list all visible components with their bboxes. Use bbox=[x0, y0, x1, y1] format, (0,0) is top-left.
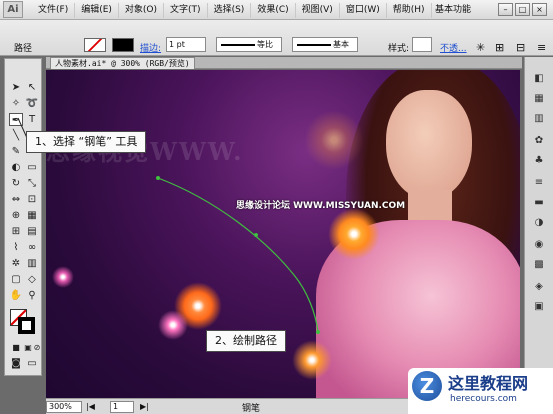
menu-help[interactable]: 帮助(H) bbox=[387, 3, 432, 18]
column-graph-tool-icon[interactable]: ▥ bbox=[25, 257, 39, 270]
hand-tool-icon[interactable]: ✋ bbox=[9, 289, 23, 302]
zoom-tool-icon[interactable]: ⚲ bbox=[25, 289, 39, 302]
artboards-icon[interactable]: ▣ bbox=[530, 299, 548, 314]
stroke-swatch[interactable] bbox=[112, 38, 134, 52]
style-label: 样式: bbox=[388, 44, 410, 54]
profile-preview bbox=[221, 44, 255, 46]
panel-dock: ◧ ▦ ▥ ✿ ♣ ≡ ▬ ◑ ◉ ▩ ◈ ▣ bbox=[524, 57, 553, 397]
minimize-icon[interactable]: – bbox=[498, 3, 513, 16]
eraser-tool-icon[interactable]: ▭ bbox=[25, 161, 39, 174]
shape-builder-tool-icon[interactable]: ⊕ bbox=[9, 209, 23, 222]
mesh-tool-icon[interactable]: ⊞ bbox=[9, 225, 23, 238]
document-tab[interactable]: 人物素材.ai* @ 300% (RGB/预览) bbox=[50, 57, 195, 69]
brand-watermark: Z 这里教程网 herecours.com bbox=[408, 368, 553, 414]
first-page-icon[interactable]: |◀ bbox=[86, 402, 95, 411]
close-icon[interactable]: × bbox=[532, 3, 547, 16]
draw-mode-icon[interactable]: ◙ bbox=[9, 357, 23, 370]
gradient-tool-icon[interactable]: ▤ bbox=[25, 225, 39, 238]
color-panel-icon[interactable]: ◧ bbox=[530, 71, 548, 86]
rotate-tool-icon[interactable]: ↻ bbox=[9, 177, 23, 190]
maximize-icon[interactable]: □ bbox=[515, 3, 530, 16]
none-mode-icon[interactable]: ⊘ bbox=[33, 341, 41, 354]
graphic-style-swatch[interactable] bbox=[412, 37, 432, 52]
slice-tool-icon[interactable]: ◇ bbox=[25, 273, 39, 286]
brand-logo-icon: Z bbox=[412, 371, 442, 401]
brand-url: herecours.com bbox=[450, 394, 517, 404]
menu-view[interactable]: 视图(V) bbox=[296, 3, 340, 18]
graphic-styles-icon[interactable]: ▩ bbox=[530, 257, 548, 272]
brand-name: 这里教程网 bbox=[448, 374, 529, 393]
selection-type-label: 路径 bbox=[14, 44, 33, 54]
stroke-weight-field[interactable]: 1 pt bbox=[166, 37, 206, 52]
callout-step-1: 1、选择 “钢笔” 工具 bbox=[26, 131, 147, 153]
symbol-sprayer-tool-icon[interactable]: ✲ bbox=[9, 257, 23, 270]
appearance-icon[interactable]: ◉ bbox=[530, 237, 548, 252]
next-page-icon[interactable]: ▶| bbox=[140, 402, 149, 411]
control-bar: 路径 描边: 1 pt 等比 基本 样式: 不透... ✳ ⊞ ⊟ ≡ bbox=[0, 20, 553, 56]
paintbrush-tool-icon[interactable]: ✎ bbox=[9, 145, 23, 158]
free-transform-tool-icon[interactable]: ⊡ bbox=[25, 193, 39, 206]
brush-label: 基本 bbox=[333, 40, 349, 49]
lasso-tool-icon[interactable]: ➰ bbox=[25, 97, 39, 110]
symbols-icon[interactable]: ♣ bbox=[530, 153, 548, 168]
fill-stroke-icon[interactable] bbox=[10, 309, 36, 335]
workspace-switcher[interactable]: 基本功能 bbox=[435, 3, 471, 17]
app-logo: Ai bbox=[3, 1, 23, 18]
artboard-tool-icon[interactable]: ▢ bbox=[9, 273, 23, 286]
transform-icon[interactable]: ⊟ bbox=[516, 41, 525, 54]
magic-wand-tool-icon[interactable]: ✧ bbox=[9, 97, 23, 110]
stroke-label[interactable]: 描边: bbox=[140, 41, 161, 54]
stroke-panel-icon[interactable]: ≡ bbox=[530, 175, 548, 190]
align-icon[interactable]: ⊞ bbox=[495, 41, 504, 54]
recolor-icon[interactable]: ✳ bbox=[476, 41, 485, 54]
blend-tool-icon[interactable]: ∞ bbox=[25, 241, 39, 254]
line-tool-icon[interactable]: ╲ bbox=[9, 129, 23, 142]
selection-tool-icon[interactable]: ➤ bbox=[9, 81, 23, 94]
menu-select[interactable]: 选择(S) bbox=[208, 3, 252, 18]
menu-effect[interactable]: 效果(C) bbox=[251, 3, 296, 18]
document-tabbar: 人物素材.ai* @ 300% (RGB/预览) bbox=[46, 57, 522, 69]
eyedropper-tool-icon[interactable]: ⌇ bbox=[9, 241, 23, 254]
menu-edit[interactable]: 编辑(E) bbox=[75, 3, 119, 18]
current-tool-label: 钢笔 bbox=[242, 404, 261, 414]
menu-window[interactable]: 窗口(W) bbox=[340, 3, 387, 18]
opacity-label[interactable]: 不透... bbox=[440, 41, 467, 54]
brushes-icon[interactable]: ✿ bbox=[530, 133, 548, 148]
tools-panel: ➤ ↖ ✧ ➰ ✒ T ╲ □ ✎ ✏ ◐ ▭ ↻ ⤡ ⇔ ⊡ ⊕ ▦ ⊞ ▤ … bbox=[4, 58, 42, 376]
type-tool-icon[interactable]: T bbox=[25, 113, 39, 126]
blob-brush-tool-icon[interactable]: ◐ bbox=[9, 161, 23, 174]
color-guide-icon[interactable]: ▦ bbox=[530, 91, 548, 106]
brush-preview bbox=[297, 44, 331, 46]
width-tool-icon[interactable]: ⇔ bbox=[9, 193, 23, 206]
perspective-grid-tool-icon[interactable]: ▦ bbox=[25, 209, 39, 222]
variable-width-profile[interactable]: 等比 bbox=[216, 37, 282, 52]
scale-tool-icon[interactable]: ⤡ bbox=[25, 177, 39, 190]
swatches-icon[interactable]: ▥ bbox=[530, 111, 548, 126]
screen-mode-icon[interactable]: ▭ bbox=[25, 357, 39, 370]
layers-icon[interactable]: ◈ bbox=[530, 279, 548, 294]
direct-selection-tool-icon[interactable]: ↖ bbox=[25, 81, 39, 94]
panel-menu-icon[interactable]: ≡ bbox=[537, 41, 546, 54]
menu-type[interactable]: 文字(T) bbox=[164, 3, 208, 18]
brush-definition[interactable]: 基本 bbox=[292, 37, 358, 52]
zoom-field[interactable]: 300% bbox=[46, 401, 82, 413]
menu-object[interactable]: 对象(O) bbox=[119, 3, 165, 18]
pen-tool-icon[interactable]: ✒ bbox=[9, 113, 23, 126]
menu-bar: Ai 文件(F) 编辑(E) 对象(O) 文字(T) 选择(S) 效果(C) 视… bbox=[0, 0, 553, 20]
gradient-panel-icon[interactable]: ▬ bbox=[530, 195, 548, 210]
profile-label: 等比 bbox=[257, 40, 273, 49]
fill-swatch[interactable] bbox=[84, 38, 106, 52]
callout-step-2: 2、绘制路径 bbox=[206, 330, 286, 352]
main-menu: 文件(F) 编辑(E) 对象(O) 文字(T) 选择(S) 效果(C) 视图(V… bbox=[32, 3, 432, 18]
menu-file[interactable]: 文件(F) bbox=[32, 3, 76, 18]
page-number-field[interactable]: 1 bbox=[110, 401, 134, 413]
transparency-icon[interactable]: ◑ bbox=[530, 215, 548, 230]
